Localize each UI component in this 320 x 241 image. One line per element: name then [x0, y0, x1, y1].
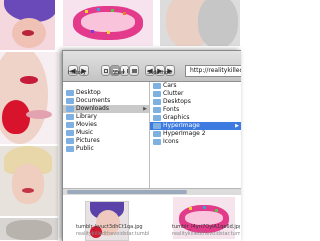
finder-window: ◀ ▶ History View ◀ ▶ ▶ Slideshow http://…: [62, 50, 241, 241]
finder-toolbar: ◀ ▶ History View ◀ ▶ ▶ Slideshow http://…: [63, 51, 241, 82]
folder-icon: [66, 130, 74, 136]
disclosure-arrow-icon: ▶: [143, 106, 147, 112]
folder-icon: [66, 114, 74, 120]
list-item-downloads[interactable]: Downloads ▶: [63, 105, 149, 113]
url-field[interactable]: http://realitykilledth: [185, 65, 241, 77]
folder-icon: [153, 99, 161, 105]
background-photo-blonde: [0, 146, 58, 216]
list-item-movies[interactable]: Movies: [63, 121, 149, 129]
folder-icon: [66, 122, 74, 128]
list-item-documents[interactable]: Documents: [63, 97, 149, 105]
folder-icon: [153, 139, 161, 145]
slideshow-label: Slideshow: [147, 70, 173, 76]
icon-view-button[interactable]: [101, 65, 110, 76]
preview-caption-1-source: realitykilledthevoidstar.tumbl: [76, 231, 150, 237]
preview-caption-2-name: tumblr_l4yri7OylA1qe6d.jpg: [172, 224, 240, 230]
icon-view-icon: [104, 69, 108, 73]
list-item-cars[interactable]: Cars: [150, 82, 241, 90]
list-item-clutter[interactable]: Clutter: [150, 90, 241, 98]
history-label: History: [68, 70, 86, 76]
preview-caption-2-source: realitykilledthevoidstar.tumbl: [172, 231, 240, 237]
background-photo-candy-lips: [63, 0, 153, 46]
background-photo-portrait-top-right: [160, 0, 240, 46]
coverflow-view-icon: [132, 69, 137, 73]
folder-icon: [153, 107, 161, 113]
folder-icon: [153, 83, 161, 89]
background-photo-strawberry: [0, 52, 58, 144]
list-item-desktop[interactable]: Desktop: [63, 89, 149, 97]
background-photo-bottom-left: [0, 218, 58, 240]
folder-icon: [66, 138, 74, 144]
view-label: View: [113, 70, 125, 76]
list-item-fonts[interactable]: Fonts: [150, 106, 241, 114]
list-item-desktops[interactable]: Desktops: [150, 98, 241, 106]
disclosure-arrow-icon: ▶: [235, 123, 239, 129]
list-item-pictures[interactable]: Pictures: [63, 137, 149, 145]
list-item-icons[interactable]: Icons: [150, 138, 241, 146]
list-item-hyperimage[interactable]: HyperImage ▶: [150, 122, 241, 130]
finder-column-1: Desktop Documents Downloads ▶ Library Mov…: [63, 82, 150, 190]
folder-icon: [153, 115, 161, 121]
background-photo-purple-hair: [0, 0, 55, 50]
finder-column-2: Cars Clutter Desktops Fonts Graphics Hyp…: [150, 82, 241, 190]
preview-caption-1-name: tumblr_kvuct3dhCt1qa.jpg: [76, 224, 143, 230]
coverflow-view-button[interactable]: [129, 65, 139, 76]
folder-icon: [153, 131, 161, 137]
folder-icon: [66, 106, 74, 112]
folder-icon: [153, 91, 161, 97]
list-item-hyperimage-2[interactable]: HyperImage 2: [150, 130, 241, 138]
folder-icon: [66, 146, 74, 152]
list-item-library[interactable]: Library: [63, 113, 149, 121]
folder-icon: [66, 98, 74, 104]
scrollbar-thumb[interactable]: [67, 190, 187, 194]
folder-icon: [153, 123, 161, 129]
list-item-music[interactable]: Music: [63, 129, 149, 137]
list-item-public[interactable]: Public: [63, 145, 149, 153]
list-item-graphics[interactable]: Graphics: [150, 114, 241, 122]
folder-icon: [66, 90, 74, 96]
